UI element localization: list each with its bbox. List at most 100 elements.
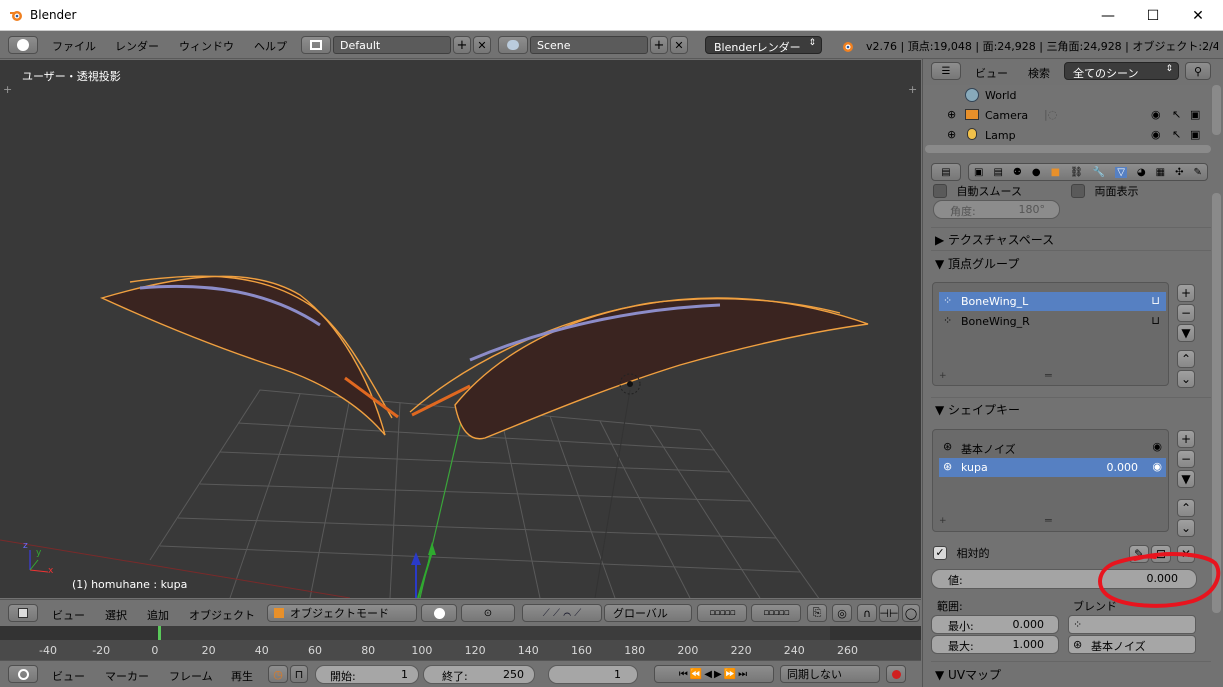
uv-maps-panel-header[interactable]: ▼ UVマップ xyxy=(935,666,1001,683)
list-resize-grip[interactable]: ═ xyxy=(1045,514,1052,527)
menu-object[interactable]: オブジェクト xyxy=(189,607,255,623)
timeline-menu-frame[interactable]: フレーム xyxy=(169,668,213,684)
menu-file[interactable]: ファイル xyxy=(52,38,96,54)
left-wing[interactable] xyxy=(100,275,399,436)
menu-add[interactable]: 追加 xyxy=(147,607,169,623)
unlock-icon[interactable]: ⊔ xyxy=(1151,314,1160,327)
render-camera-icon[interactable]: ▣ xyxy=(1190,128,1200,141)
pivot-point-dropdown[interactable]: ⊙ xyxy=(461,604,515,622)
menu-window[interactable]: ウィンドウ xyxy=(179,38,234,54)
move-shape-key-down-button[interactable]: ⌄ xyxy=(1177,519,1195,537)
outliner-search-button[interactable]: ⚲ xyxy=(1185,62,1211,80)
outliner-horizontal-scrollbar[interactable] xyxy=(925,145,1211,153)
outliner-menu-view[interactable]: ビュー xyxy=(975,65,1008,81)
remove-scene-button[interactable]: ✕ xyxy=(670,36,688,54)
slider-min-field[interactable]: 最小: 1.000 0.000 xyxy=(931,615,1059,634)
modifiers-tab-icon[interactable]: 🔧 xyxy=(1093,167,1105,178)
right-wing[interactable] xyxy=(409,297,869,440)
snap-element-button[interactable]: ⊣⊢ xyxy=(879,604,899,622)
add-layout-button[interactable]: + xyxy=(453,36,471,54)
material-tab-icon[interactable]: ◕ xyxy=(1137,167,1146,178)
remove-shape-key-button[interactable]: − xyxy=(1177,450,1195,468)
constraints-tab-icon[interactable]: ⛓ xyxy=(1070,167,1083,178)
outliner-display-dropdown[interactable]: 全てのシーン ⇕ xyxy=(1064,62,1179,80)
render-engine-dropdown[interactable]: Blenderレンダー ⇕ xyxy=(705,36,822,54)
close-window-button[interactable]: ✕ xyxy=(1175,0,1221,31)
data-tab-icon[interactable]: ▽ xyxy=(1115,166,1127,178)
properties-context-tabs[interactable]: ▣ ▤ ⚉ ● ■ ⛓ 🔧 ▽ ◕ ▦ ✣ ✎ xyxy=(968,163,1208,181)
3d-viewport[interactable]: z y x ユーザー・透視投影 (1) homuhane : kupa + + xyxy=(0,60,921,598)
remove-vertex-group-button[interactable]: − xyxy=(1177,304,1195,322)
viewport-shading-dropdown[interactable] xyxy=(421,604,457,622)
lock-layers-button[interactable]: ⎘ xyxy=(807,604,827,622)
scene-tab-icon[interactable]: ⚉ xyxy=(1013,167,1022,178)
vertex-groups-panel-header[interactable]: ▼ 頂点グループ xyxy=(935,255,1019,272)
list-filter-icon[interactable]: + xyxy=(939,371,947,381)
visibility-eye-icon[interactable]: ◉ xyxy=(1152,460,1162,473)
object-tab-icon[interactable]: ■ xyxy=(1051,167,1060,178)
menu-select[interactable]: 選択 xyxy=(105,607,127,623)
outliner-scrollbar[interactable] xyxy=(1212,85,1221,135)
maximize-button[interactable]: ☐ xyxy=(1130,0,1176,31)
add-vertex-group-button[interactable]: + xyxy=(1177,284,1195,302)
snap-toggle-button[interactable]: ∩ xyxy=(857,604,877,622)
editor-type-timeline-button[interactable] xyxy=(8,665,38,683)
timeline-menu-marker[interactable]: マーカー xyxy=(105,668,149,684)
move-shape-key-up-button[interactable]: ⌃ xyxy=(1177,499,1195,517)
shape-key-value[interactable]: 0.000 xyxy=(1107,461,1139,474)
outliner-row-world[interactable]: World xyxy=(923,85,1211,105)
visibility-eye-icon[interactable]: ◉ xyxy=(1151,128,1161,141)
timeline-menu-playback[interactable]: 再生 xyxy=(231,668,253,684)
scene-name-field[interactable]: Scene xyxy=(530,36,648,54)
relative-key-field[interactable]: ⊛ 基本ノイズ xyxy=(1068,635,1196,654)
visibility-eye-icon[interactable]: ◉ xyxy=(1152,440,1162,453)
layout-selector-button[interactable] xyxy=(301,36,331,54)
editor-type-3dview-button[interactable] xyxy=(8,604,38,622)
vertex-group-specials-button[interactable]: ▼ xyxy=(1177,324,1195,342)
visibility-eye-icon[interactable]: ◉ xyxy=(1151,108,1161,121)
world-tab-icon[interactable]: ● xyxy=(1032,167,1041,178)
minimize-button[interactable]: — xyxy=(1085,0,1131,31)
camera-data-icon[interactable]: |◌ xyxy=(1044,108,1057,121)
expand-icon[interactable]: ⊕ xyxy=(947,108,956,121)
editor-type-info-button[interactable] xyxy=(8,36,38,54)
outliner-menu-search[interactable]: 検索 xyxy=(1028,65,1050,81)
transform-orientation-dropdown[interactable]: グローバル xyxy=(604,604,692,622)
vertex-group-item[interactable]: ⁘ BoneWing_L ⊔ xyxy=(939,292,1166,311)
outliner-row-lamp[interactable]: ⊕ Lamp ◉ ↖ ▣ xyxy=(923,125,1211,145)
render-only-button[interactable]: ◎ xyxy=(832,604,852,622)
menu-help[interactable]: ヘルプ xyxy=(254,38,287,54)
scene-selector-button[interactable] xyxy=(498,36,528,54)
render-tab-icon[interactable]: ▣ xyxy=(974,167,983,178)
layers-grid-2[interactable]: ▫▫▫▫▫ xyxy=(751,604,801,622)
unlock-icon[interactable]: ⊔ xyxy=(1151,294,1160,307)
manipulator-buttons[interactable]: ⟋ ⟋ ⌒ ⟋ xyxy=(522,604,602,622)
shape-keys-panel-header[interactable]: ▼ シェイプキー xyxy=(935,401,1020,418)
current-frame-field[interactable]: 1 xyxy=(548,665,638,684)
interaction-mode-dropdown[interactable]: オブジェクトモード xyxy=(267,604,417,622)
move-vertex-group-down-button[interactable]: ⌄ xyxy=(1177,370,1195,388)
tool-shelf-toggle[interactable]: + xyxy=(3,83,12,96)
relative-checkbox[interactable]: ✓ 相対的 xyxy=(933,545,990,561)
vertex-groups-list[interactable]: ⁘ BoneWing_L ⊔ ⁘ BoneWing_R ⊔ + ═ xyxy=(932,282,1169,386)
menu-view[interactable]: ビュー xyxy=(52,607,85,623)
shape-key-item[interactable]: ⊛ 基本ノイズ ◉ xyxy=(939,438,1166,457)
move-vertex-group-up-button[interactable]: ⌃ xyxy=(1177,350,1195,368)
preview-range-button[interactable]: ◷ xyxy=(268,665,288,683)
auto-smooth-checkbox[interactable]: 自動スムース xyxy=(933,183,1022,199)
remove-layout-button[interactable]: ✕ xyxy=(473,36,491,54)
auto-keyframe-button[interactable] xyxy=(886,665,906,683)
editor-type-outliner-button[interactable]: ☰ xyxy=(931,62,961,80)
timeline-editor[interactable]: -40 -20 0 20 40 60 80 100 120 140 160 180 200 220 240 2… xyxy=(0,626,921,660)
start-frame-field[interactable]: 開始: 1 xyxy=(315,665,419,684)
shape-key-specials-button[interactable]: ▼ xyxy=(1177,470,1195,488)
physics-tab-icon[interactable]: ✎ xyxy=(1194,167,1202,178)
timeline-ruler[interactable] xyxy=(0,626,921,640)
editor-type-properties-button[interactable]: ▤ xyxy=(931,163,961,181)
shape-keys-list[interactable]: ⊛ 基本ノイズ ◉ ⊛ kupa 0.000 ◉ + ═ xyxy=(932,429,1169,532)
proportional-edit-button[interactable]: ◯ xyxy=(902,604,920,622)
current-frame-indicator[interactable] xyxy=(158,626,161,640)
shape-key-item[interactable]: ⊛ kupa 0.000 ◉ xyxy=(939,458,1166,477)
timeline-menu-view[interactable]: ビュー xyxy=(52,668,85,684)
add-shape-key-button[interactable]: + xyxy=(1177,430,1195,448)
